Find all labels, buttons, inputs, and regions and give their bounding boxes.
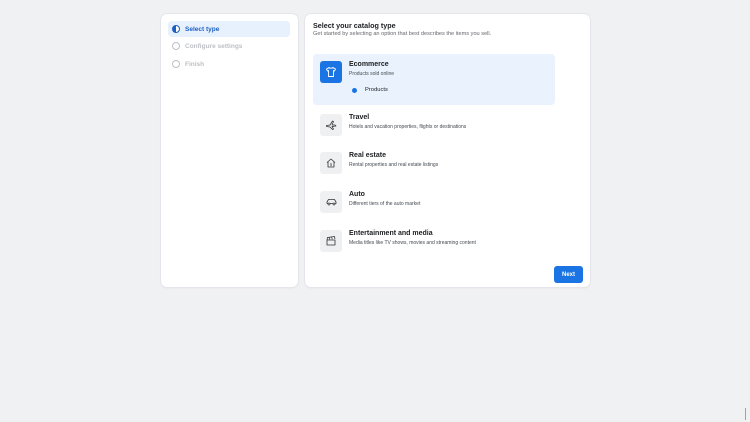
- clapperboard-icon: [320, 230, 342, 252]
- steps-panel: Select type Configure settings Finish: [161, 14, 298, 287]
- page-title: Select your catalog type: [313, 21, 396, 30]
- step-label: Configure settings: [185, 42, 243, 50]
- car-icon: [320, 191, 342, 213]
- option-entertainment-media[interactable]: Entertainment and media Media titles lik…: [313, 228, 555, 254]
- empty-circle-icon: [172, 42, 180, 50]
- step-finish[interactable]: Finish: [168, 56, 290, 72]
- option-description: Rental properties and real estate listin…: [349, 162, 439, 168]
- option-title: Travel: [349, 114, 370, 121]
- option-title: Auto: [349, 191, 365, 198]
- option-title: Ecommerce: [349, 61, 389, 68]
- option-real-estate[interactable]: $ Real estate Rental properties and real…: [313, 150, 555, 176]
- catalog-type-panel: Select your catalog type Get started by …: [305, 14, 590, 287]
- step-label: Select type: [185, 25, 220, 33]
- option-description: Different tiers of the auto market: [349, 201, 421, 207]
- half-circle-icon: [172, 25, 180, 33]
- step-configure-settings[interactable]: Configure settings: [168, 38, 290, 54]
- option-description: Media titles like TV shows, movies and s…: [349, 240, 476, 246]
- airplane-icon: [320, 114, 342, 136]
- option-travel[interactable]: Travel Hotels and vacation properties, f…: [313, 112, 555, 138]
- option-auto[interactable]: Auto Different tiers of the auto market: [313, 189, 555, 215]
- option-ecommerce[interactable]: Ecommerce Products sold online Products: [313, 54, 555, 105]
- sub-option-products[interactable]: Products: [352, 87, 388, 93]
- empty-circle-icon: [172, 60, 180, 68]
- step-select-type[interactable]: Select type: [168, 21, 290, 37]
- window-resize-edge: [745, 408, 746, 420]
- sub-option-label: Products: [365, 87, 388, 93]
- tshirt-icon: [320, 61, 342, 83]
- option-title: Entertainment and media: [349, 230, 433, 237]
- option-description: Hotels and vacation properties, flights …: [349, 124, 467, 130]
- option-title: Real estate: [349, 152, 386, 159]
- radio-selected-icon: [352, 87, 357, 93]
- next-button[interactable]: Next: [554, 266, 583, 283]
- house-icon: $: [320, 152, 342, 174]
- option-description: Products sold online: [349, 71, 395, 77]
- step-label: Finish: [185, 60, 205, 68]
- svg-text:$: $: [330, 162, 333, 167]
- page-subtitle: Get started by selecting an option that …: [313, 31, 492, 37]
